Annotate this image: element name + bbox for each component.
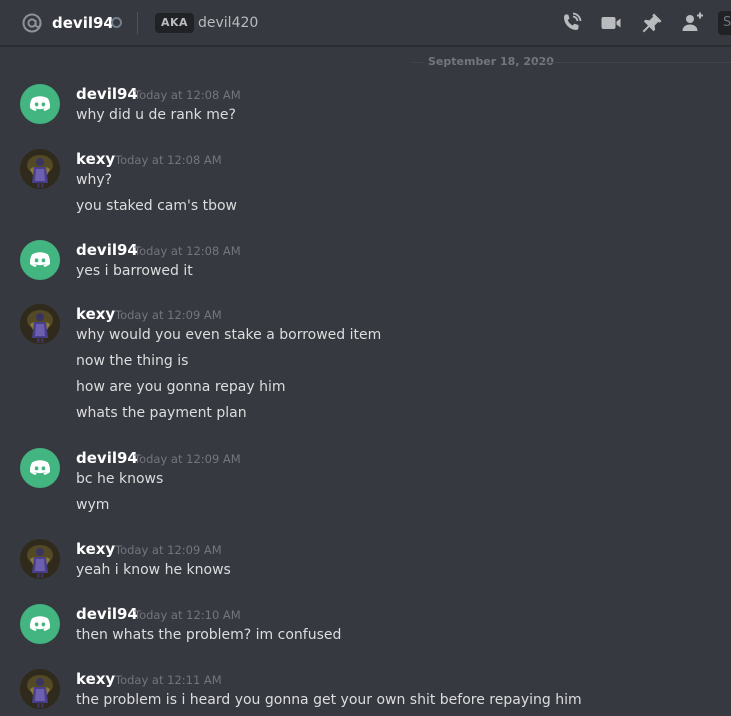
message-timestamp: Today at 12:11 AM [115, 673, 222, 687]
character-portrait-icon [20, 304, 60, 344]
message-author[interactable]: devil94 [76, 604, 138, 624]
message-text: whats the payment plan [76, 405, 247, 421]
avatar[interactable] [20, 669, 60, 709]
message-list: devil94 Today at 12:08 AM why did u de r… [0, 0, 731, 716]
message-author[interactable]: kexy [76, 539, 115, 559]
avatar[interactable] [20, 84, 60, 124]
dm-window: devil94 AKA devil420 S September 18, 202… [0, 0, 731, 716]
message-text: yes i barrowed it [76, 263, 193, 279]
character-portrait-icon [20, 539, 60, 579]
message-timestamp: Today at 12:09 AM [115, 308, 222, 322]
message-text: why? [76, 172, 113, 188]
discord-logo-icon [29, 252, 51, 267]
message-timestamp: Today at 12:09 AM [115, 543, 222, 557]
avatar[interactable] [20, 304, 60, 344]
message-timestamp: Today at 12:10 AM [134, 608, 241, 622]
message-timestamp: Today at 12:08 AM [134, 244, 241, 258]
message-author[interactable]: devil94 [76, 448, 138, 468]
message-text: the problem is i heard you gonna get you… [76, 692, 582, 708]
message-text: yeah i know he knows [76, 562, 231, 578]
discord-logo-icon [29, 616, 51, 631]
message-text: bc he knows [76, 471, 164, 487]
message-author[interactable]: kexy [76, 304, 115, 324]
message-author[interactable]: devil94 [76, 240, 138, 260]
message-author[interactable]: kexy [76, 149, 115, 169]
message-author[interactable]: kexy [76, 669, 115, 689]
avatar[interactable] [20, 149, 60, 189]
character-portrait-icon [20, 669, 60, 709]
message-timestamp: Today at 12:08 AM [134, 88, 241, 102]
message-timestamp: Today at 12:08 AM [115, 153, 222, 167]
character-portrait-icon [20, 149, 60, 189]
message-timestamp: Today at 12:09 AM [134, 452, 241, 466]
message-text: then whats the problem? im confused [76, 627, 342, 643]
avatar[interactable] [20, 448, 60, 488]
message-text: why did u de rank me? [76, 107, 236, 123]
discord-logo-icon [29, 460, 51, 475]
message-text: now the thing is [76, 353, 189, 369]
discord-logo-icon [29, 96, 51, 111]
message-author[interactable]: devil94 [76, 84, 138, 104]
message-text: wym [76, 497, 110, 513]
message-text: why would you even stake a borrowed item [76, 327, 382, 343]
message-text: you staked cam's tbow [76, 198, 237, 214]
avatar[interactable] [20, 604, 60, 644]
avatar[interactable] [20, 240, 60, 280]
message-text: how are you gonna repay him [76, 379, 286, 395]
avatar[interactable] [20, 539, 60, 579]
